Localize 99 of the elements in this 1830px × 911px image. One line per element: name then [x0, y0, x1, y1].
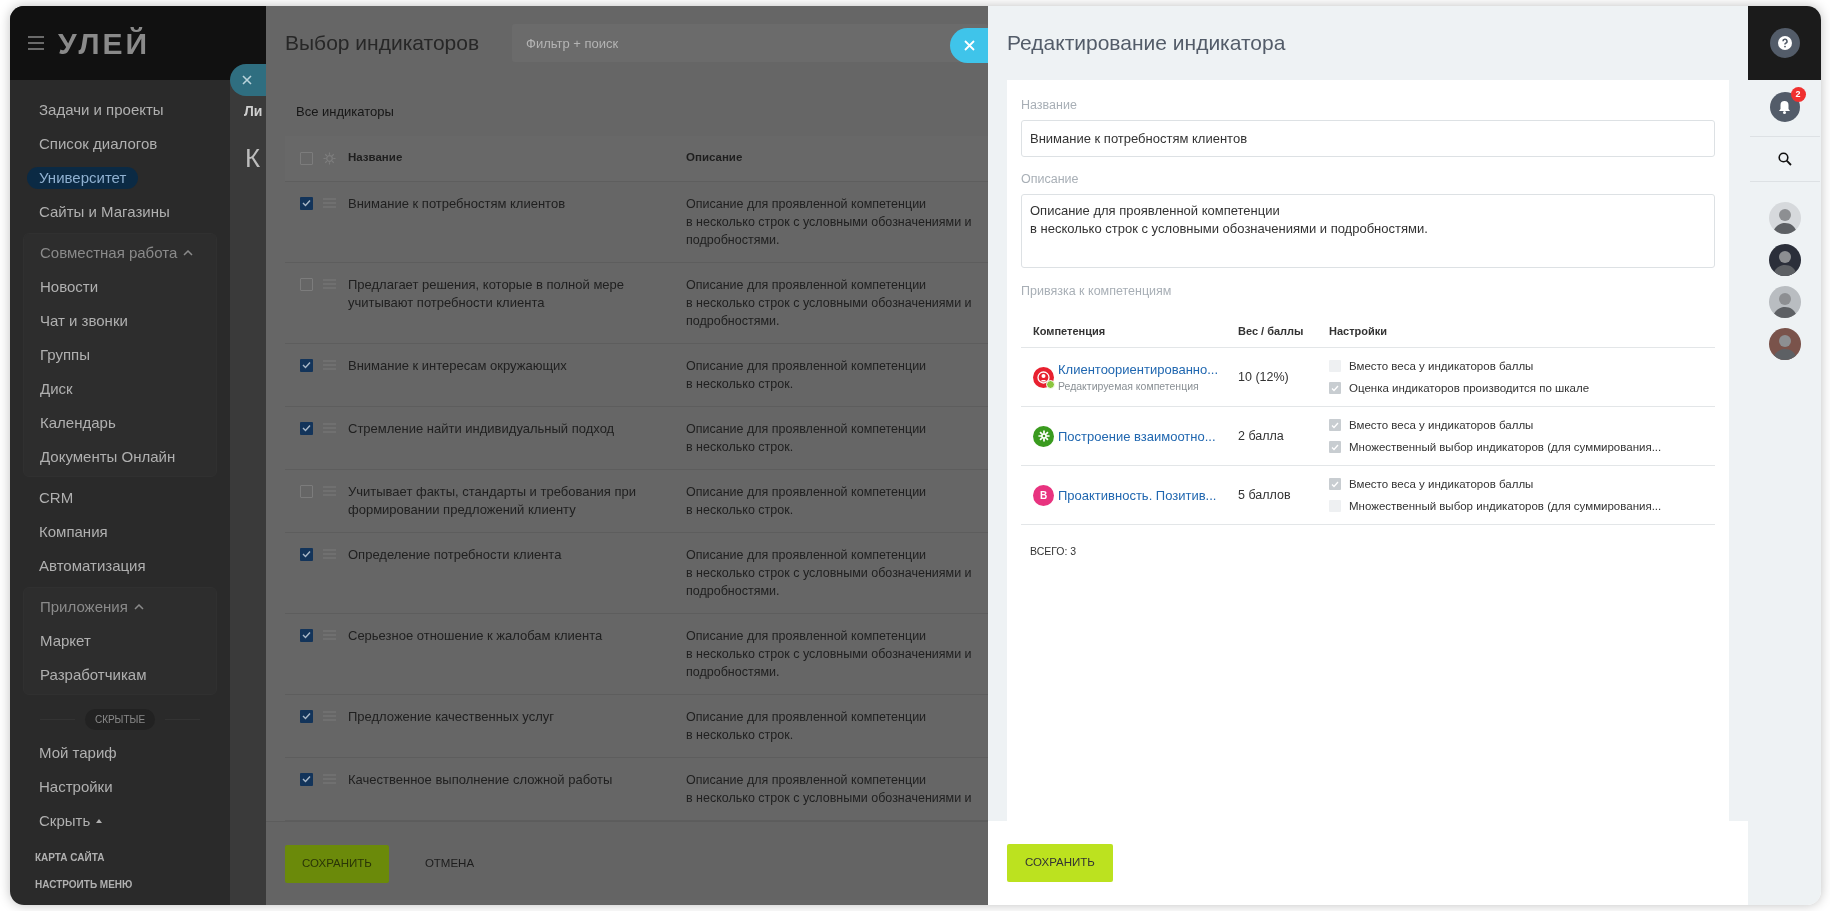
close-icon	[964, 40, 975, 51]
field-label: Описание	[1021, 170, 1079, 188]
checkbox[interactable]	[300, 772, 313, 786]
sidebar-item[interactable]: Университет	[27, 167, 139, 189]
indicator-description: Описание для проявленной компетенции в несколько строк с условными обозначениями и	[686, 771, 972, 807]
sidebar-item[interactable]: CRM	[27, 481, 86, 515]
checkbox[interactable]	[300, 709, 313, 723]
sidebar-item[interactable]: Список диалогов	[27, 127, 170, 161]
help-icon	[1777, 36, 1792, 50]
checkbox[interactable]	[1329, 478, 1341, 491]
checkbox[interactable]	[300, 628, 313, 642]
menu-icon[interactable]	[28, 36, 44, 50]
sidebar-item[interactable]: Диск	[28, 372, 85, 406]
sidebar-item[interactable]: Сайты и Магазины	[27, 195, 182, 229]
sidebar-group-title[interactable]: Совместная работа	[40, 241, 178, 265]
indicator-name: Предложение качественных услуг	[348, 707, 555, 726]
tab-label[interactable]: Ли	[244, 101, 263, 122]
competency-link[interactable]: Проактивность. Позитив...	[1058, 485, 1217, 505]
panel-title: Редактирование индикатора	[1006, 30, 1287, 57]
checkbox[interactable]	[300, 547, 313, 561]
close-icon	[242, 75, 252, 85]
indicator-name: Внимание к интересам окружающих	[348, 356, 568, 375]
column-header: Компетенция	[1033, 323, 1107, 339]
column-header: Описание	[686, 150, 743, 166]
sidebar-item[interactable]: Компания	[27, 515, 120, 549]
indicator-name: Внимание к потребностям клиентов	[348, 194, 567, 213]
page-heading: К	[245, 142, 261, 175]
option-label: Оценка индикаторов производится по шкале	[1349, 380, 1590, 396]
column-header: Название	[348, 150, 404, 166]
user-avatar[interactable]	[1768, 328, 1801, 360]
notifications-button[interactable]	[1769, 92, 1800, 122]
field-label: Название	[1021, 97, 1077, 114]
footer-link[interactable]: КАРТА САЙТА	[35, 850, 205, 865]
indicator-name: Качественное выполнение сложной работы	[348, 770, 614, 789]
option-label: Множественный выбор индикаторов (для суммирования...	[1349, 439, 1662, 455]
help-button[interactable]	[1769, 28, 1800, 58]
close-button[interactable]	[950, 28, 988, 63]
footer-link[interactable]: НАСТРОИТЬ МЕНЮ	[35, 877, 205, 892]
indicator-description: Описание для проявленной компетенции в несколько строк.	[686, 483, 927, 519]
option-label: Вместо веса у индикаторов баллы	[1349, 417, 1534, 433]
indicator-name: Определение потребности клиента	[348, 545, 563, 564]
name-field[interactable]: Внимание к потребностям клиентов	[1021, 119, 1715, 157]
sidebar-item[interactable]: Чат и звонки	[28, 304, 140, 338]
column-header: Вес / баллы	[1238, 323, 1305, 339]
sidebar-item[interactable]: Мой тариф	[27, 736, 129, 770]
indicator-description: Описание для проявленной компетенции в несколько строк.	[686, 708, 927, 744]
indicator-name: Стремление найти индивидуальный подход	[348, 419, 616, 438]
indicator-description: Описание для проявленной компетенции в несколько строк.	[686, 357, 927, 393]
sidebar-item[interactable]: Автоматизация	[27, 549, 158, 583]
sidebar-item[interactable]: Скрыть	[39, 809, 91, 833]
checkbox[interactable]	[1329, 419, 1341, 432]
checkbox[interactable]	[300, 196, 313, 210]
sidebar-item[interactable]: Настройки	[27, 770, 125, 804]
section-label: Привязка к компетенциям	[1021, 282, 1172, 300]
competency-link[interactable]: Построение взаимоотно...	[1058, 426, 1216, 446]
search-icon	[1777, 152, 1792, 166]
indicator-name: Учитывает факты, стандарты и требования при формировании предложений клиенту	[348, 482, 638, 519]
checkbox[interactable]	[300, 421, 313, 435]
description-field[interactable]: Описание для проявленной компетенции в несколько строк с условными обозначениями и подробностями.	[1021, 193, 1715, 268]
weight-value: 5 баллов	[1238, 486, 1292, 504]
indicator-name: Серьезное отношение к жалобам клиента	[348, 626, 604, 645]
indicator-description: Описание для проявленной компетенции в несколько строк с условными обозначениями и подробностями.	[686, 627, 972, 681]
sidebar-item[interactable]: Новости	[28, 270, 111, 304]
option-label: Вместо веса у индикаторов баллы	[1349, 476, 1534, 492]
sidebar-item[interactable]: Календарь	[28, 406, 128, 440]
panel-title: Выбор индикаторов	[285, 30, 481, 57]
user-avatar[interactable]	[1768, 244, 1801, 276]
weight-value: 2 балла	[1238, 427, 1285, 445]
search-field[interactable]: Фильтр + поиск	[512, 24, 988, 62]
checkbox[interactable]	[300, 358, 313, 372]
sidebar-item[interactable]: Документы Онлайн	[28, 440, 188, 474]
total-count: ВСЕГО: 3	[1030, 544, 1077, 560]
checkbox[interactable]	[1329, 382, 1341, 395]
sidebar-item[interactable]: Задачи и проекты	[27, 93, 176, 127]
competency-link[interactable]: Клиентоориентированно...	[1058, 359, 1219, 380]
column-header: Настройки	[1329, 323, 1388, 339]
save-button[interactable]: СОХРАНИТЬ	[1007, 844, 1113, 882]
bell-icon	[1778, 100, 1791, 114]
indicator-description: Описание для проявленной компетенции в несколько строк с условными обозначениями и подробностями.	[686, 276, 972, 330]
save-button[interactable]: СОХРАНИТЬ	[285, 844, 389, 883]
user-avatar[interactable]	[1768, 202, 1801, 234]
indicator-description: Описание для проявленной компетенции в несколько строк с условными обозначениями и подробностями.	[686, 546, 972, 600]
section-divider-label: СКРЫТЫЕ	[84, 709, 156, 730]
indicator-name: Предлагает решения, которые в полной мере учитывают потребности клиента	[348, 275, 626, 312]
option-label: Множественный выбор индикаторов (для суммирования...	[1349, 498, 1662, 514]
logo[interactable]: УЛЕЙ	[58, 20, 151, 66]
weight-value: 10 (12%)	[1238, 368, 1290, 386]
sidebar-item[interactable]: Маркет	[28, 624, 103, 658]
sidebar-item[interactable]: Группы	[28, 338, 102, 372]
indicator-description: Описание для проявленной компетенции в несколько строк с условными обозначениями и подробностями.	[686, 195, 972, 249]
competency-subtitle: Редактируемая компетенция	[1058, 379, 1200, 395]
section-label: Все индикаторы	[296, 103, 394, 121]
sidebar-item[interactable]: Разработчикам	[28, 658, 159, 692]
checkbox[interactable]	[1329, 441, 1341, 454]
indicator-description: Описание для проявленной компетенции в несколько строк.	[686, 420, 927, 456]
user-avatar[interactable]	[1768, 286, 1801, 318]
option-label: Вместо веса у индикаторов баллы	[1349, 358, 1534, 374]
letter-avatar: В	[1033, 484, 1054, 506]
sidebar-group-title[interactable]: Приложения	[40, 595, 128, 619]
